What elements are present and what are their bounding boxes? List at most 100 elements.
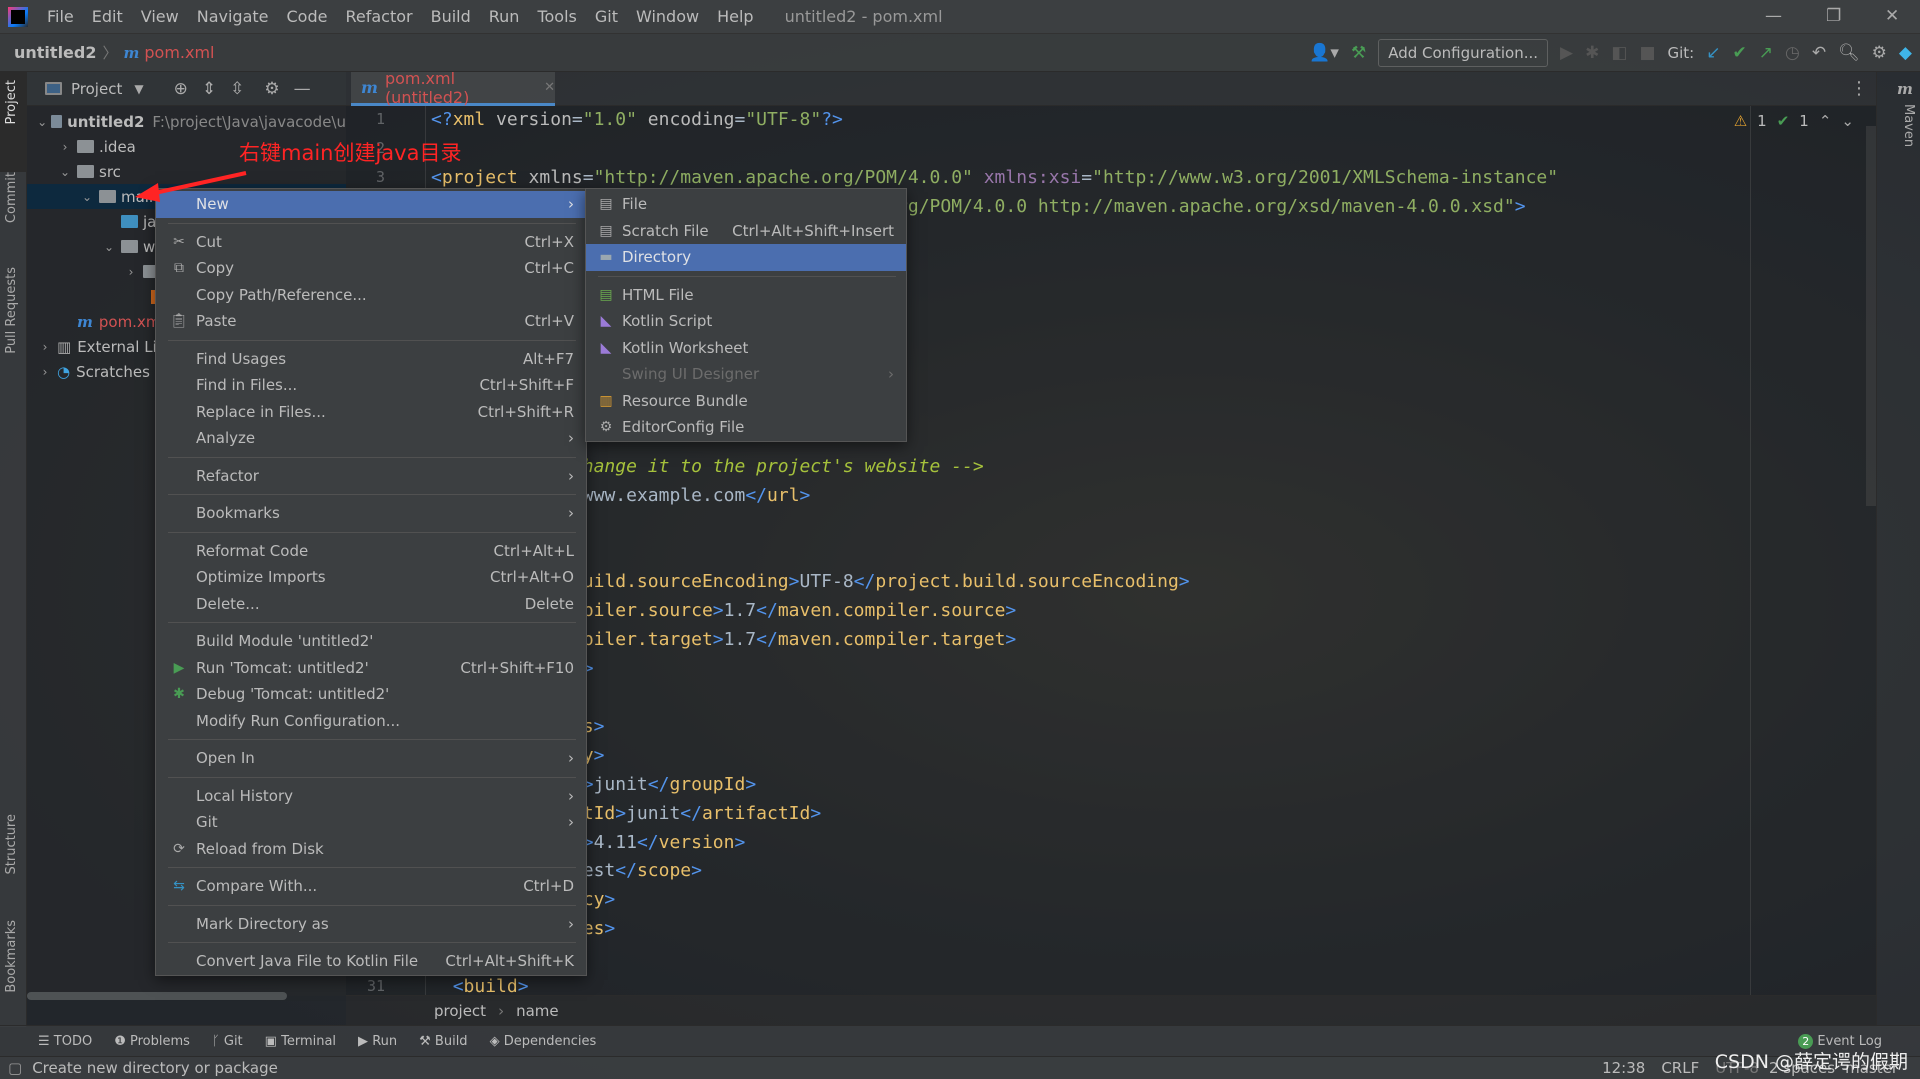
structure-tool-button[interactable]: Structure xyxy=(4,814,19,874)
vertical-scrollbar[interactable] xyxy=(1866,126,1876,506)
git-history-icon[interactable]: ◷ xyxy=(1785,43,1800,63)
reload-icon: ⟳ xyxy=(173,840,185,857)
menu-item-optimize-imports[interactable]: Optimize Imports Ctrl+Alt+O xyxy=(156,564,586,591)
compare-icon: ⇆ xyxy=(173,878,185,895)
shortcut: Ctrl+V xyxy=(524,312,574,331)
menu-tools[interactable]: Tools xyxy=(528,7,585,26)
status-toggle-icon[interactable]: ▢ xyxy=(8,1059,22,1077)
maven-tool-button[interactable]: Maven xyxy=(1901,104,1916,147)
menu-git[interactable]: Git xyxy=(586,7,627,26)
menu-item-convert-java-file-to-kotlin-file[interactable]: Convert Java File to Kotlin File Ctrl+Alt… xyxy=(156,948,586,975)
toolbox-icon[interactable]: ◆ xyxy=(1899,43,1912,63)
menu-item-refactor[interactable]: Refactor › xyxy=(156,463,586,490)
user-icon[interactable]: 👤▾ xyxy=(1309,43,1339,63)
menu-build[interactable]: Build xyxy=(422,7,480,26)
git-update-icon[interactable]: ↙ xyxy=(1706,43,1720,63)
add-configuration-button[interactable]: Add Configuration... xyxy=(1378,39,1549,67)
terminal-tab[interactable]: ▣ Terminal xyxy=(265,1034,336,1049)
coverage-icon[interactable]: ◧ xyxy=(1611,43,1627,63)
breadcrumb-project-tag[interactable]: project xyxy=(434,1002,486,1020)
menu-item-bookmarks[interactable]: Bookmarks › xyxy=(156,500,586,527)
menu-item-mark-directory-as[interactable]: Mark Directory as › xyxy=(156,911,586,938)
horizontal-scrollbar[interactable] xyxy=(27,992,287,1000)
menu-item-label: Reload from Disk xyxy=(196,839,324,858)
menu-item-file[interactable]: ▤ File xyxy=(586,191,906,218)
build-tab[interactable]: ⚒ Build xyxy=(419,1034,467,1049)
next-highlight-icon[interactable]: ⌄ xyxy=(1841,112,1854,130)
menu-item-open-in[interactable]: Open In › xyxy=(156,745,586,772)
run-tab[interactable]: ▶ Run xyxy=(358,1034,397,1049)
menu-item-replace-in-files[interactable]: Replace in Files... Ctrl+Shift+R xyxy=(156,399,586,426)
debug-icon[interactable]: ✱ xyxy=(1585,43,1599,63)
menu-item-copy-path-reference[interactable]: Copy Path/Reference... xyxy=(156,282,586,309)
bookmarks-tool-button[interactable]: Bookmarks xyxy=(4,920,19,993)
menu-item-reload-from-disk[interactable]: ⟳ Reload from Disk xyxy=(156,836,586,863)
menu-run[interactable]: Run xyxy=(480,7,529,26)
problems-tab[interactable]: ❶ Problems xyxy=(114,1034,190,1049)
menu-item-find-usages[interactable]: Find Usages Alt+F7 xyxy=(156,346,586,373)
menu-item-local-history[interactable]: Local History › xyxy=(156,783,586,810)
menu-item-reformat-code[interactable]: Reformat Code Ctrl+Alt+L xyxy=(156,538,586,565)
run-icon[interactable]: ▶ xyxy=(1560,43,1573,63)
menu-item-modify-run-configuration[interactable]: Modify Run Configuration... xyxy=(156,708,586,735)
stop-icon[interactable]: ■ xyxy=(1639,43,1655,63)
tab-close-icon[interactable]: ✕ xyxy=(544,80,555,95)
menu-item-debug-tomcat-untitled2[interactable]: ✱ Debug 'Tomcat: untitled2' xyxy=(156,681,586,708)
menu-item-find-in-files[interactable]: Find in Files... Ctrl+Shift+F xyxy=(156,372,586,399)
menu-item-label: Build Module 'untitled2' xyxy=(196,632,374,651)
menu-item-git[interactable]: Git › xyxy=(156,809,586,836)
settings-gear-icon[interactable]: ⚙ xyxy=(1872,43,1887,63)
minimize-icon[interactable]: — xyxy=(1765,6,1782,26)
menu-item-label: Scratch File xyxy=(622,221,709,240)
menu-item-label: Run 'Tomcat: untitled2' xyxy=(196,658,369,677)
chevron-right-icon[interactable]: › xyxy=(37,365,53,379)
problems-icon: ❶ xyxy=(114,1033,131,1049)
menu-item-directory[interactable]: ▬ Directory xyxy=(586,244,906,271)
tool-window-bar: ☰ TODO ❶ Problems ᚴ Git ▣ Terminal ▶ Run… xyxy=(0,1025,1920,1056)
menu-item-kotlin-script[interactable]: ◣ Kotlin Script xyxy=(586,308,906,335)
menu-item-swing-ui-designer[interactable]: Swing UI Designer › xyxy=(586,361,906,388)
more-tabs-icon[interactable]: ⋮ xyxy=(1850,78,1868,99)
menu-item-label: Reformat Code xyxy=(196,541,309,560)
menu-item-kotlin-worksheet[interactable]: ◣ Kotlin Worksheet xyxy=(586,335,906,362)
todo-tab[interactable]: ☰ TODO xyxy=(38,1034,92,1049)
menu-item-run-tomcat-untitled2[interactable]: ▶ Run 'Tomcat: untitled2' Ctrl+Shift+F10 xyxy=(156,655,586,682)
menu-item-compare-with[interactable]: ⇆ Compare With... Ctrl+D xyxy=(156,873,586,900)
pull-requests-tool-button[interactable]: Pull Requests xyxy=(4,267,19,354)
ok-count: 1 xyxy=(1799,112,1809,130)
menu-item-label: Paste xyxy=(196,312,237,331)
previous-highlight-icon[interactable]: ⌃ xyxy=(1819,112,1832,130)
breadcrumb-name-tag[interactable]: name xyxy=(516,1002,559,1020)
menu-item-label: Find in Files... xyxy=(196,376,298,395)
inspection-widget[interactable]: ⚠ 1 ✔ 1 ⌃ ⌄ xyxy=(1734,112,1854,130)
gear-icon: ⚙ xyxy=(599,419,613,436)
watermark: CSDN @薛定谔的假期 xyxy=(1714,1051,1908,1073)
menu-item-scratch-file[interactable]: ▤ Scratch File Ctrl+Alt+Shift+Insert xyxy=(586,218,906,245)
restore-icon[interactable]: ❐ xyxy=(1826,6,1841,26)
menu-item-label: HTML File xyxy=(622,285,694,304)
menu-item-editorconfig-file[interactable]: ⚙ EditorConfig File xyxy=(586,414,906,441)
menu-item-delete[interactable]: Delete... Delete xyxy=(156,591,586,618)
caret-position[interactable]: 12:38 xyxy=(1602,1059,1645,1077)
menu-item-analyze[interactable]: Analyze › xyxy=(156,425,586,452)
close-icon[interactable]: ✕ xyxy=(1885,6,1899,26)
chevron-right-icon[interactable]: › xyxy=(123,265,139,279)
window-title: untitled2 - pom.xml xyxy=(784,7,943,26)
menu-item-paste[interactable]: 📋︎ Paste Ctrl+V xyxy=(156,308,586,335)
line-separator[interactable]: CRLF xyxy=(1661,1059,1699,1077)
chevron-right-icon: › xyxy=(568,429,574,448)
menu-window[interactable]: Window xyxy=(627,7,708,26)
search-icon[interactable]: 🔍︎ xyxy=(1838,43,1860,63)
build-hammer-icon[interactable]: ⚒ xyxy=(1351,43,1366,63)
git-push-icon[interactable]: ↗ xyxy=(1759,43,1773,63)
menu-item-html-file[interactable]: ▤ HTML File xyxy=(586,282,906,309)
chevron-right-icon[interactable]: › xyxy=(37,340,53,354)
rollback-icon[interactable]: ↶ xyxy=(1812,43,1826,63)
git-tab[interactable]: ᚴ Git xyxy=(212,1034,243,1049)
menu-item-resource-bundle[interactable]: ▥ Resource Bundle xyxy=(586,388,906,415)
shortcut: Delete xyxy=(524,594,574,613)
menu-item-build-module-untitled2[interactable]: Build Module 'untitled2' xyxy=(156,628,586,655)
dependencies-tab[interactable]: ◈ Dependencies xyxy=(490,1034,597,1049)
git-commit-icon[interactable]: ✔ xyxy=(1732,43,1746,63)
menu-help[interactable]: Help xyxy=(708,7,762,26)
